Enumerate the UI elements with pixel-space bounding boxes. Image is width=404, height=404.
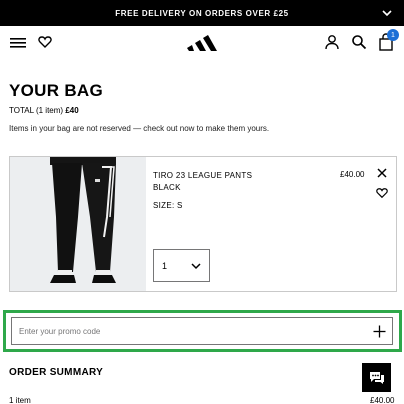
page-title: YOUR BAG [9,81,104,100]
product-image[interactable] [10,157,146,291]
wishlist-heart-icon[interactable] [376,187,388,199]
product-price: £40.00 [340,170,365,179]
product-size: SIZE: S [153,201,183,210]
chevron-down-icon[interactable] [382,8,392,18]
quantity-value: 1 [162,260,168,271]
summary-item-price: £40.00 [370,396,395,404]
heart-icon[interactable] [38,35,52,49]
bag-item-card: TIRO 23 LEAGUE PANTS BLACK £40.00 SIZE: … [9,156,397,292]
plus-icon[interactable] [373,325,386,338]
product-name[interactable]: TIRO 23 LEAGUE PANTS BLACK [153,170,263,194]
site-header [0,26,404,62]
menu-icon[interactable] [10,36,26,50]
chat-icon [369,371,384,384]
bag-total: TOTAL (1 item) £40 [9,106,79,115]
remove-item-icon[interactable] [376,167,388,179]
cart-count-badge: 1 [387,29,399,41]
adidas-logo[interactable] [186,31,218,53]
quantity-select[interactable]: 1 [153,249,210,282]
bag-total-price: £40 [65,106,79,115]
promo-banner-text: FREE DELIVERY ON ORDERS OVER £25 [115,8,289,18]
promo-code-placeholder: Enter your promo code [19,327,101,336]
order-summary-title: ORDER SUMMARY [9,367,104,378]
promo-banner[interactable]: FREE DELIVERY ON ORDERS OVER £25 [0,0,404,26]
summary-item-count: 1 item [9,396,31,404]
product-photo [10,157,146,291]
promo-code-highlight: Enter your promo code [3,310,402,352]
promo-code-field[interactable]: Enter your promo code [11,317,393,345]
chat-button[interactable] [362,363,391,392]
search-icon[interactable] [351,34,367,50]
chevron-down-icon [191,263,201,270]
bag-total-label: TOTAL (1 item) [9,106,64,115]
reservation-note: Items in your bag are not reserved — che… [9,124,270,133]
account-icon[interactable] [324,34,340,50]
